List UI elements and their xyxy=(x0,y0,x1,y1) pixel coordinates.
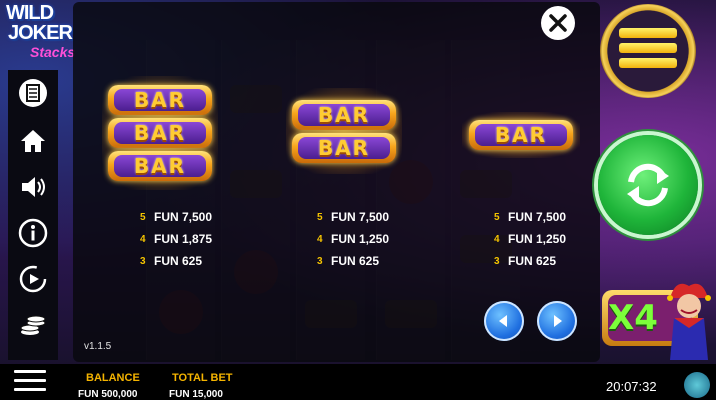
bar-tile: BAR xyxy=(469,120,573,150)
paytable-icon[interactable] xyxy=(16,76,50,110)
balance-label: BALANCE xyxy=(86,372,140,384)
symbol-triple-bar: BAR BAR BAR xyxy=(102,76,218,190)
logo-line-stacks: Stacks xyxy=(30,44,76,60)
bar-tile: BAR xyxy=(108,118,212,148)
bottom-status-bar: BALANCE FUN 500,000 TOTAL BET FUN 15,000… xyxy=(0,364,716,400)
bar-tile-label: BAR xyxy=(133,88,187,112)
payout-list-single-bar: 5 FUN 7,500 4 FUN 1,250 3 FUN 625 xyxy=(494,206,566,272)
payout-count: 5 xyxy=(140,211,146,223)
coins-icon[interactable] xyxy=(16,308,50,342)
symbol-double-bar: BAR BAR xyxy=(286,88,402,174)
payout-count: 4 xyxy=(317,233,323,245)
sound-icon[interactable] xyxy=(16,170,50,204)
payout-value: FUN 625 xyxy=(508,254,557,268)
payout-list-triple-bar: 5 FUN 7,500 4 FUN 1,875 3 FUN 625 xyxy=(140,206,212,272)
left-sidebar xyxy=(8,70,58,360)
previous-page-button[interactable] xyxy=(484,301,524,341)
payout-value: FUN 1,250 xyxy=(508,232,567,246)
home-icon[interactable] xyxy=(16,124,50,158)
payout-value: FUN 7,500 xyxy=(331,210,390,224)
bar-tile-label: BAR xyxy=(133,154,187,178)
bet-menu-button[interactable] xyxy=(600,4,696,98)
payout-list-double-bar: 5 FUN 7,500 4 FUN 1,250 3 FUN 625 xyxy=(317,206,389,272)
payout-row: 3 FUN 625 xyxy=(494,250,566,272)
payout-row: 5 FUN 7,500 xyxy=(494,206,566,228)
close-button[interactable] xyxy=(541,6,575,40)
payout-count: 3 xyxy=(317,255,323,267)
payout-count: 4 xyxy=(140,233,146,245)
bar-tile: BAR xyxy=(108,85,212,115)
bar-tile: BAR xyxy=(292,132,396,163)
payout-value: FUN 1,875 xyxy=(154,232,213,246)
arrow-right-icon xyxy=(554,315,562,327)
total-bet-label: TOTAL BET xyxy=(172,372,233,384)
menu-icon xyxy=(619,28,677,73)
payout-count: 3 xyxy=(140,255,146,267)
payout-row: 4 FUN 1,250 xyxy=(494,228,566,250)
provider-logo-icon[interactable] xyxy=(684,372,710,398)
multiplier-badge[interactable]: X4 xyxy=(596,276,716,362)
total-bet-value: FUN 15,000 xyxy=(169,389,223,400)
clock: 20:07:32 xyxy=(606,379,657,394)
payout-count: 5 xyxy=(317,211,323,223)
payout-count: 3 xyxy=(494,255,500,267)
version-label: v1.1.5 xyxy=(84,341,112,352)
info-icon[interactable] xyxy=(16,216,50,250)
payout-value: FUN 7,500 xyxy=(508,210,567,224)
payout-count: 4 xyxy=(494,233,500,245)
bar-tile-label: BAR xyxy=(317,135,371,160)
bar-tile-label: BAR xyxy=(317,102,371,127)
payout-row: 4 FUN 1,875 xyxy=(140,228,212,250)
autoplay-icon[interactable] xyxy=(16,262,50,296)
payout-row: 5 FUN 7,500 xyxy=(140,206,212,228)
main-menu-button[interactable] xyxy=(14,370,46,394)
payout-row: 5 FUN 7,500 xyxy=(317,206,389,228)
game-logo: WILD JOKER Stacks xyxy=(6,2,78,72)
next-page-button[interactable] xyxy=(537,301,577,341)
balance-value: FUN 500,000 xyxy=(78,389,138,400)
arrow-left-icon xyxy=(499,315,507,327)
multiplier-label: X4 xyxy=(608,298,658,338)
payout-value: FUN 625 xyxy=(331,254,380,268)
payout-row: 4 FUN 1,250 xyxy=(317,228,389,250)
symbol-single-bar: BAR xyxy=(462,112,580,158)
bar-tile: BAR xyxy=(292,99,396,130)
payout-value: FUN 7,500 xyxy=(154,210,213,224)
bar-tile-label: BAR xyxy=(133,121,187,145)
bar-tile: BAR xyxy=(108,151,212,181)
payout-row: 3 FUN 625 xyxy=(317,250,389,272)
payout-count: 5 xyxy=(494,211,500,223)
joker-character-icon xyxy=(667,283,711,360)
close-icon xyxy=(549,14,567,32)
logo-line-joker: JOKER xyxy=(8,22,73,44)
payout-row: 3 FUN 625 xyxy=(140,250,212,272)
payout-value: FUN 625 xyxy=(154,254,203,268)
spin-icon xyxy=(627,163,669,207)
spin-button[interactable] xyxy=(598,135,698,235)
payout-value: FUN 1,250 xyxy=(331,232,390,246)
bar-tile-label: BAR xyxy=(494,123,548,147)
